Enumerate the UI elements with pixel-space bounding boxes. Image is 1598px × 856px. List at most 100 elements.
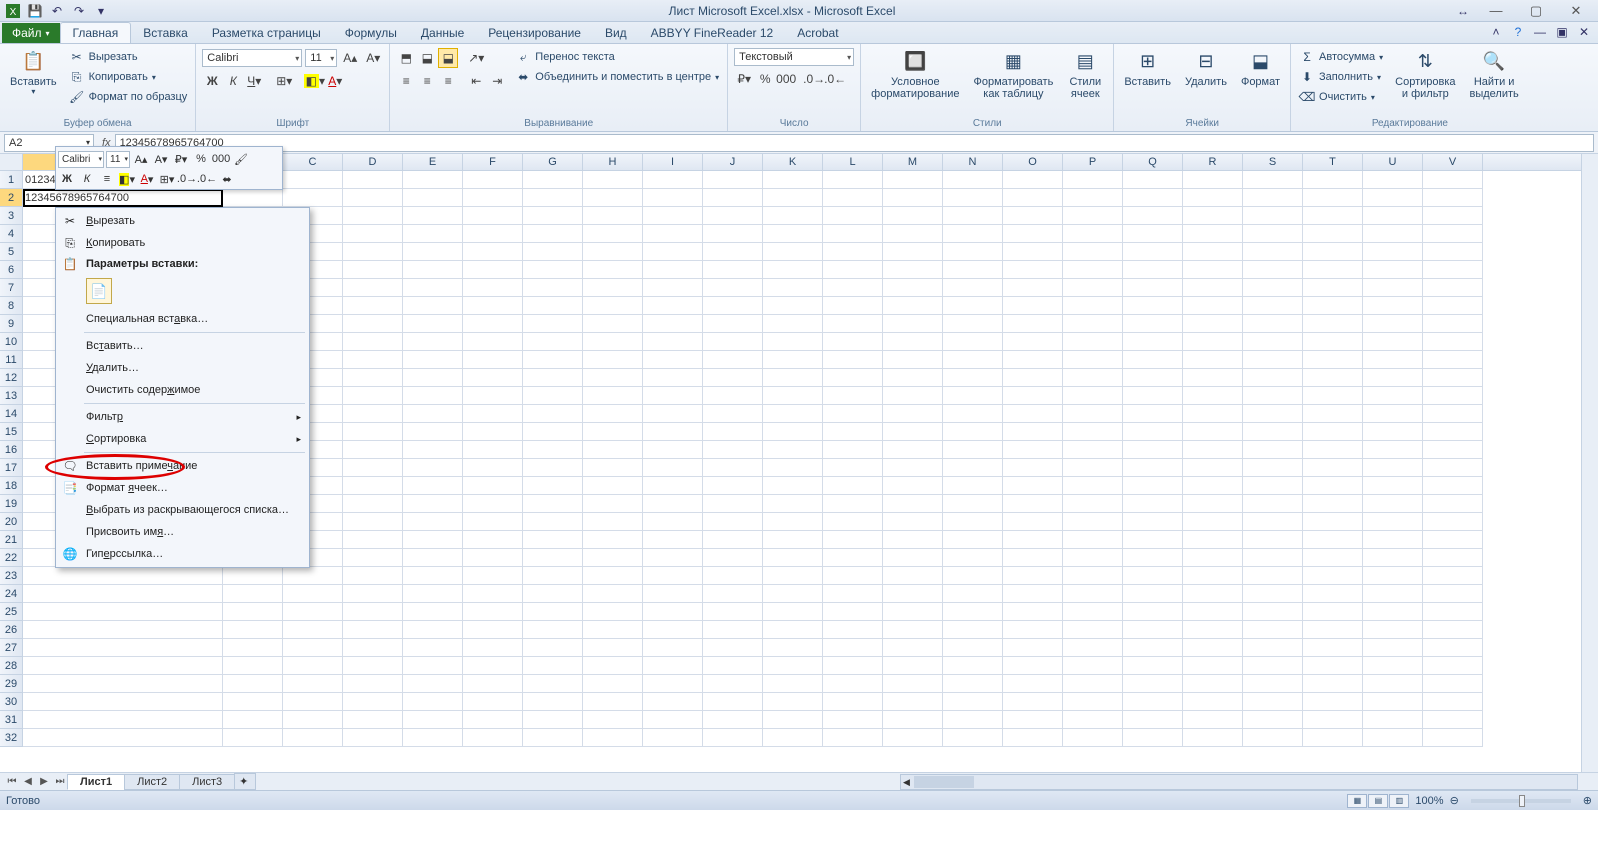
cell-N12[interactable] xyxy=(943,369,1003,387)
orientation-icon[interactable]: ↗▾ xyxy=(466,48,486,68)
col-header-D[interactable]: D xyxy=(343,154,403,170)
cell-D28[interactable] xyxy=(343,657,403,675)
cell-I3[interactable] xyxy=(643,207,703,225)
cell-E26[interactable] xyxy=(403,621,463,639)
cell-B25[interactable] xyxy=(223,603,283,621)
cell-T12[interactable] xyxy=(1303,369,1363,387)
cell-V30[interactable] xyxy=(1423,693,1483,711)
cell-J8[interactable] xyxy=(703,297,763,315)
decrease-decimal-icon[interactable]: .0← xyxy=(825,69,845,89)
cell-L6[interactable] xyxy=(823,261,883,279)
cell-H26[interactable] xyxy=(583,621,643,639)
row-header-6[interactable]: 6 xyxy=(0,261,23,279)
mini-center-icon[interactable]: ≡ xyxy=(98,170,116,188)
cell-I24[interactable] xyxy=(643,585,703,603)
col-header-L[interactable]: L xyxy=(823,154,883,170)
cell-L13[interactable] xyxy=(823,387,883,405)
cell-E6[interactable] xyxy=(403,261,463,279)
cell-M13[interactable] xyxy=(883,387,943,405)
cell-R21[interactable] xyxy=(1183,531,1243,549)
cell-U20[interactable] xyxy=(1363,513,1423,531)
cell-K31[interactable] xyxy=(763,711,823,729)
cell-R14[interactable] xyxy=(1183,405,1243,423)
undo-icon[interactable]: ↶ xyxy=(48,2,66,20)
col-header-E[interactable]: E xyxy=(403,154,463,170)
borders-icon[interactable]: ⊞▾ xyxy=(274,71,294,91)
cell-U26[interactable] xyxy=(1363,621,1423,639)
cell-V26[interactable] xyxy=(1423,621,1483,639)
cell-G23[interactable] xyxy=(523,567,583,585)
cell-S30[interactable] xyxy=(1243,693,1303,711)
cell-Q28[interactable] xyxy=(1123,657,1183,675)
cell-N6[interactable] xyxy=(943,261,1003,279)
cell-K17[interactable] xyxy=(763,459,823,477)
cell-O13[interactable] xyxy=(1003,387,1063,405)
cell-Q7[interactable] xyxy=(1123,279,1183,297)
cell-H32[interactable] xyxy=(583,729,643,747)
clear-button[interactable]: ⌫Очистить ▾ xyxy=(1297,88,1385,106)
cell-M2[interactable] xyxy=(883,189,943,207)
cell-L14[interactable] xyxy=(823,405,883,423)
sheet-tab-1[interactable]: Лист1 xyxy=(67,774,125,790)
align-bottom-icon[interactable]: ⬓ xyxy=(438,48,458,68)
cell-B30[interactable] xyxy=(223,693,283,711)
cell-C26[interactable] xyxy=(283,621,343,639)
cell-H12[interactable] xyxy=(583,369,643,387)
cell-G32[interactable] xyxy=(523,729,583,747)
cell-L22[interactable] xyxy=(823,549,883,567)
cell-C29[interactable] xyxy=(283,675,343,693)
cell-V13[interactable] xyxy=(1423,387,1483,405)
cell-H29[interactable] xyxy=(583,675,643,693)
cell-G11[interactable] xyxy=(523,351,583,369)
cell-P1[interactable] xyxy=(1063,171,1123,189)
cell-P14[interactable] xyxy=(1063,405,1123,423)
cell-P18[interactable] xyxy=(1063,477,1123,495)
cell-T16[interactable] xyxy=(1303,441,1363,459)
cell-R9[interactable] xyxy=(1183,315,1243,333)
cell-A2[interactable]: 12345678965764700 xyxy=(23,189,223,207)
cell-R24[interactable] xyxy=(1183,585,1243,603)
cell-I8[interactable] xyxy=(643,297,703,315)
cell-L10[interactable] xyxy=(823,333,883,351)
cell-Q22[interactable] xyxy=(1123,549,1183,567)
row-header-8[interactable]: 8 xyxy=(0,297,23,315)
cell-D25[interactable] xyxy=(343,603,403,621)
cm-copy[interactable]: ⎘Копировать xyxy=(56,232,309,254)
cell-S31[interactable] xyxy=(1243,711,1303,729)
cell-R7[interactable] xyxy=(1183,279,1243,297)
cell-U7[interactable] xyxy=(1363,279,1423,297)
cell-Q12[interactable] xyxy=(1123,369,1183,387)
bold-icon[interactable]: Ж xyxy=(202,71,222,91)
cell-D21[interactable] xyxy=(343,531,403,549)
cell-I2[interactable] xyxy=(643,189,703,207)
cell-D15[interactable] xyxy=(343,423,403,441)
cell-K22[interactable] xyxy=(763,549,823,567)
cell-K3[interactable] xyxy=(763,207,823,225)
italic-icon[interactable]: К xyxy=(223,71,243,91)
format-as-table-button[interactable]: ▦Форматировать как таблицу xyxy=(969,48,1057,102)
cell-I15[interactable] xyxy=(643,423,703,441)
cell-M7[interactable] xyxy=(883,279,943,297)
col-header-P[interactable]: P xyxy=(1063,154,1123,170)
cell-F8[interactable] xyxy=(463,297,523,315)
cell-G21[interactable] xyxy=(523,531,583,549)
cell-J5[interactable] xyxy=(703,243,763,261)
cell-D10[interactable] xyxy=(343,333,403,351)
cell-G12[interactable] xyxy=(523,369,583,387)
cell-A23[interactable] xyxy=(23,567,223,585)
cell-U17[interactable] xyxy=(1363,459,1423,477)
tab-home[interactable]: Главная xyxy=(60,22,132,43)
cell-M32[interactable] xyxy=(883,729,943,747)
cell-R19[interactable] xyxy=(1183,495,1243,513)
cell-E14[interactable] xyxy=(403,405,463,423)
cell-H15[interactable] xyxy=(583,423,643,441)
cell-U30[interactable] xyxy=(1363,693,1423,711)
cell-J25[interactable] xyxy=(703,603,763,621)
cell-L18[interactable] xyxy=(823,477,883,495)
cell-P4[interactable] xyxy=(1063,225,1123,243)
cell-S16[interactable] xyxy=(1243,441,1303,459)
mini-italic-icon[interactable]: К xyxy=(78,170,96,188)
cell-V5[interactable] xyxy=(1423,243,1483,261)
cell-N16[interactable] xyxy=(943,441,1003,459)
cell-T7[interactable] xyxy=(1303,279,1363,297)
